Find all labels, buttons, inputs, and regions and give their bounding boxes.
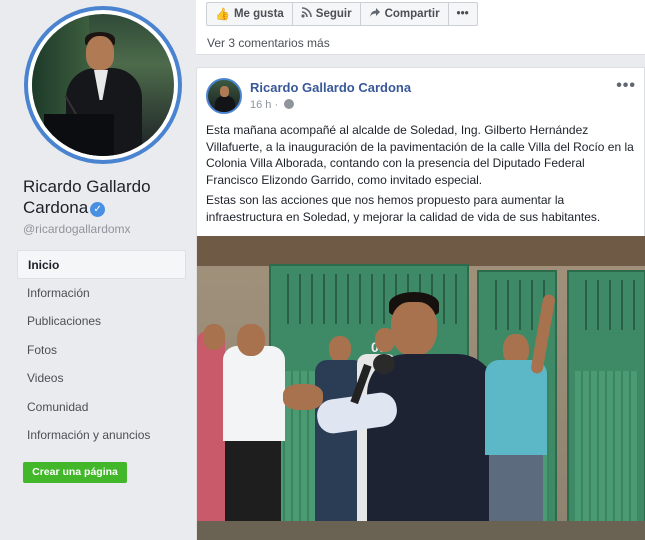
- post-time-text[interactable]: 16 h: [250, 99, 271, 111]
- profile-photo: [32, 14, 174, 156]
- post-author-name[interactable]: Ricardo Gallardo Cardona: [250, 80, 411, 95]
- share-label: Compartir: [384, 8, 440, 20]
- page-sidebar: Ricardo Gallardo Cardona ✓ @ricardogallar…: [0, 0, 195, 540]
- like-button[interactable]: 👍 Me gusta: [207, 3, 293, 25]
- nav-item-videos[interactable]: Videos: [17, 364, 186, 393]
- post-paragraph: Estas son las acciones que nos hemos pro…: [206, 193, 601, 224]
- nav-item-publicaciones[interactable]: Publicaciones: [17, 307, 186, 336]
- view-more-comments-link[interactable]: Ver 3 comentarios más: [207, 36, 330, 50]
- like-label: Me gusta: [233, 8, 284, 20]
- post-author-avatar[interactable]: [206, 78, 242, 114]
- globe-icon: [284, 99, 295, 109]
- more-options-button[interactable]: •••: [449, 3, 477, 25]
- nav-item-fotos[interactable]: Fotos: [17, 336, 186, 365]
- nav-item-informacion-anuncios[interactable]: Información y anuncios: [17, 421, 186, 450]
- page-name[interactable]: Ricardo Gallardo Cardona ✓: [23, 176, 188, 218]
- post-body: Esta mañana acompañé al alcalde de Soled…: [206, 122, 638, 229]
- create-page-button[interactable]: Crear una página: [23, 462, 127, 483]
- nav-item-inicio[interactable]: Inicio: [17, 250, 186, 279]
- follow-label: Seguir: [315, 8, 352, 20]
- nav-item-comunidad[interactable]: Comunidad: [17, 393, 186, 422]
- post-card: Ricardo Gallardo Cardona 16 h · ••• Esta…: [196, 67, 645, 540]
- page-name-text[interactable]: Ricardo Gallardo Cardona: [23, 177, 151, 217]
- profile-picture[interactable]: [24, 6, 182, 164]
- post-paragraph: Esta mañana acompañé al alcalde de Soled…: [206, 123, 634, 187]
- follow-button[interactable]: Seguir: [293, 3, 361, 25]
- page-handle[interactable]: @ricardogallardomx: [23, 222, 131, 236]
- post-photo[interactable]: 09: [197, 236, 645, 540]
- verified-check-icon: ✓: [90, 202, 106, 217]
- share-button[interactable]: Compartir: [361, 3, 449, 25]
- post-menu-button[interactable]: •••: [616, 77, 636, 95]
- page-nav: Inicio Información Publicaciones Fotos V…: [17, 250, 186, 450]
- share-arrow-icon: [369, 7, 381, 21]
- nav-item-informacion[interactable]: Información: [17, 279, 186, 308]
- rss-icon: [301, 7, 312, 21]
- post-action-bar: 👍 Me gusta Seguir Compartir •••: [206, 2, 478, 26]
- post-timestamp[interactable]: 16 h ·: [250, 99, 295, 111]
- thumbs-up-icon: 👍: [215, 7, 230, 21]
- previous-post-footer: 👍 Me gusta Seguir Compartir ••• Ver 3 co…: [196, 0, 645, 55]
